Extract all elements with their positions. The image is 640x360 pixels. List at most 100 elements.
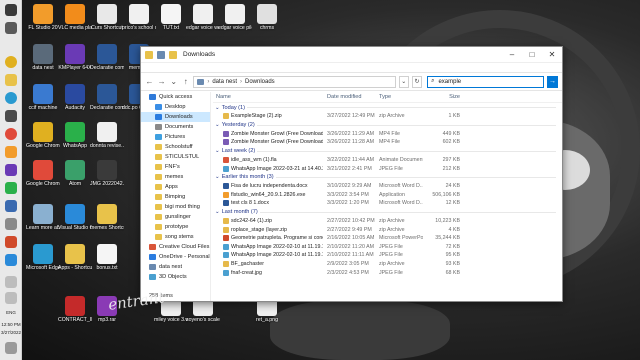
nav-item[interactable]: Schoolstuff [141, 142, 210, 152]
group-header[interactable]: ⌄ Last week (2) [213, 147, 562, 156]
app-icon[interactable] [5, 254, 17, 266]
nav-item[interactable]: data nest [141, 262, 210, 272]
nav-item[interactable]: song stems [141, 232, 210, 242]
desktop-icon[interactable]: prico's school characters t... [122, 4, 156, 31]
chrome-icon[interactable] [5, 56, 17, 68]
nav-item[interactable]: Creative Cloud Files [141, 242, 210, 252]
chevron-down-icon[interactable]: ⌄ [215, 105, 220, 111]
nav-item[interactable]: FNF's [141, 162, 210, 172]
app-icon[interactable] [5, 236, 17, 248]
wifi-icon[interactable] [5, 276, 17, 288]
new-folder-icon[interactable] [169, 50, 177, 59]
desktop-icon[interactable]: WhatsApp [58, 122, 92, 149]
notification-icon[interactable] [5, 342, 17, 354]
file-row[interactable]: Fisa de lucru independenta.docx 3/10/2022… [213, 182, 562, 191]
column-size[interactable]: Size [423, 94, 463, 100]
column-date[interactable]: Date modified [323, 94, 375, 100]
file-row[interactable]: Zombie Monster Growl (Free Download)... 3… [213, 130, 562, 139]
file-row[interactable]: Geometrie patrupleta. Programe si conc..… [213, 234, 562, 243]
maximize-button[interactable]: □ [522, 47, 542, 63]
nav-item[interactable]: Downloads [141, 112, 210, 122]
desktop-icon[interactable]: Declaratie com.Chepc... [90, 44, 124, 71]
recent-locations-icon[interactable]: ⌄ [169, 76, 178, 88]
desktop-icon[interactable]: Learn more about this picture [26, 204, 60, 231]
nav-item[interactable]: Desktop [141, 102, 210, 112]
desktop-icon[interactable]: FL Studio 20 [26, 4, 60, 31]
group-header[interactable]: ⌄ Yesterday (2) [213, 121, 562, 130]
breadcrumb-downloads[interactable]: Downloads [245, 79, 275, 85]
desktop-icon[interactable]: Audacity [58, 84, 92, 111]
file-row[interactable]: roplace_stage (layer.zip 2/27/2022 9:49 P… [213, 225, 562, 234]
file-row[interactable]: fnaf-creat.jpg 2/3/2022 4:53 PM JPEG File 6… [213, 268, 562, 277]
chevron-down-icon[interactable]: ⌄ [215, 174, 220, 180]
search-input[interactable]: ⌕ example [427, 75, 545, 88]
clock-time[interactable]: 12:50 PM [1, 322, 21, 327]
nav-item[interactable]: Apps [141, 182, 210, 192]
desktop-icon[interactable]: JMG 2022042... [90, 160, 124, 187]
app-icon[interactable] [5, 164, 17, 176]
file-row[interactable]: WhatsApp Image 2022-02-10 at 11.19.10...… [213, 243, 562, 252]
desktop-icon[interactable]: Microsoft Edge [26, 244, 60, 271]
column-name[interactable]: Name [213, 94, 323, 100]
app-icon[interactable] [5, 182, 17, 194]
nav-item[interactable]: OneDrive - Personal [141, 252, 210, 262]
desktop-icon[interactable]: ccif machine [26, 84, 60, 111]
address-bar[interactable]: › data nest › Downloads [193, 75, 396, 88]
refresh-icon[interactable]: ↻ [411, 75, 423, 88]
file-row[interactable]: sdc242-64 (1).zip 2/27/2022 10:42 PM zip A… [213, 217, 562, 226]
file-row[interactable]: Zombie Monster Growl (Free Download)... 3… [213, 138, 562, 147]
file-row[interactable]: WhatsApp Image 2022-03-21 at 14.40.29...… [213, 164, 562, 173]
desktop-icon[interactable]: Atom [58, 160, 92, 187]
file-row[interactable]: ExampleStage (2).zip 3/27/2022 12:49 PM zi… [213, 112, 562, 121]
clock-date[interactable]: 3/27/2022 [1, 330, 21, 335]
chevron-down-icon[interactable]: ⌄ [215, 122, 220, 128]
desktop-icon[interactable]: Visual Studio Code [58, 204, 92, 231]
store-icon[interactable] [5, 110, 17, 122]
file-row[interactable]: flstudio_win64_20.9.1.2826.exe 3/3/2022 3… [213, 191, 562, 200]
desktop-icon[interactable]: data nest [26, 44, 60, 71]
group-header[interactable]: ⌄ Earlier this month (3) [213, 173, 562, 182]
desktop-icon[interactable]: Curs Shortcut [90, 4, 124, 31]
start-icon[interactable] [5, 4, 17, 16]
group-header[interactable]: ⌄ Today (1) [213, 103, 562, 112]
desktop-icon[interactable]: VLC media player [58, 4, 92, 31]
nav-item[interactable]: memes [141, 172, 210, 182]
nav-item[interactable]: STICULSTUL [141, 152, 210, 162]
nav-item[interactable]: 3D Objects [141, 272, 210, 282]
desktop-icon[interactable]: Google Chrome Beta [26, 122, 60, 149]
nav-item[interactable]: bigi mod thing [141, 202, 210, 212]
desktop-icon[interactable]: bonus.txt [90, 244, 124, 271]
app-icon[interactable] [5, 218, 17, 230]
close-button[interactable]: ✕ [542, 47, 562, 63]
column-type[interactable]: Type [375, 94, 423, 100]
desktop-icon[interactable]: memes Shortcut [90, 204, 124, 231]
desktop-icon[interactable]: Google Chrome [26, 160, 60, 187]
search-go-button[interactable]: → [547, 75, 558, 88]
desktop-icon[interactable]: edgar voice pilot mix 2.wav [218, 4, 252, 31]
breadcrumb-data-nest[interactable]: data nest [212, 79, 237, 85]
up-icon[interactable]: ↑ [181, 76, 190, 88]
desktop-icon[interactable]: CONTRACT_INCHIRIERE [58, 296, 92, 323]
desktop-icon[interactable]: Declaratie com.Chepc... [90, 84, 124, 111]
folder-icon[interactable] [5, 74, 17, 86]
chevron-down-icon[interactable]: ⌄ [215, 209, 220, 215]
desktop-icon[interactable]: TUT.txt [154, 4, 188, 31]
back-icon[interactable]: ← [145, 76, 154, 88]
flstudio-icon[interactable] [5, 146, 17, 158]
nav-item[interactable]: Bimping [141, 192, 210, 202]
search-icon[interactable] [5, 22, 17, 34]
forward-icon[interactable]: → [157, 76, 166, 88]
file-row[interactable]: WhatsApp Image 2022-02-10 at 11.19.10...… [213, 251, 562, 260]
address-dropdown-icon[interactable]: ⌄ [398, 75, 409, 88]
chevron-down-icon[interactable]: ⌄ [215, 148, 220, 154]
nav-item[interactable]: Documents [141, 122, 210, 132]
file-row[interactable]: idle_ass_wm (1).fla 3/22/2022 11:44 AM Ani… [213, 156, 562, 165]
file-row[interactable]: test cls 8 1.docx 3/3/2022 1:20 PM Microso… [213, 199, 562, 208]
app-icon[interactable] [5, 200, 17, 212]
desktop-icon[interactable]: Apps - Shortcut [58, 244, 92, 271]
volume-icon[interactable] [5, 292, 17, 304]
file-row[interactable]: BF_gachaster 2/9/2022 3:05 PM zip Archive 9… [213, 260, 562, 269]
chrome-beta-icon[interactable] [5, 128, 17, 140]
desktop-icon[interactable]: donnta revise... [90, 122, 124, 149]
nav-item[interactable]: prototype [141, 222, 210, 232]
